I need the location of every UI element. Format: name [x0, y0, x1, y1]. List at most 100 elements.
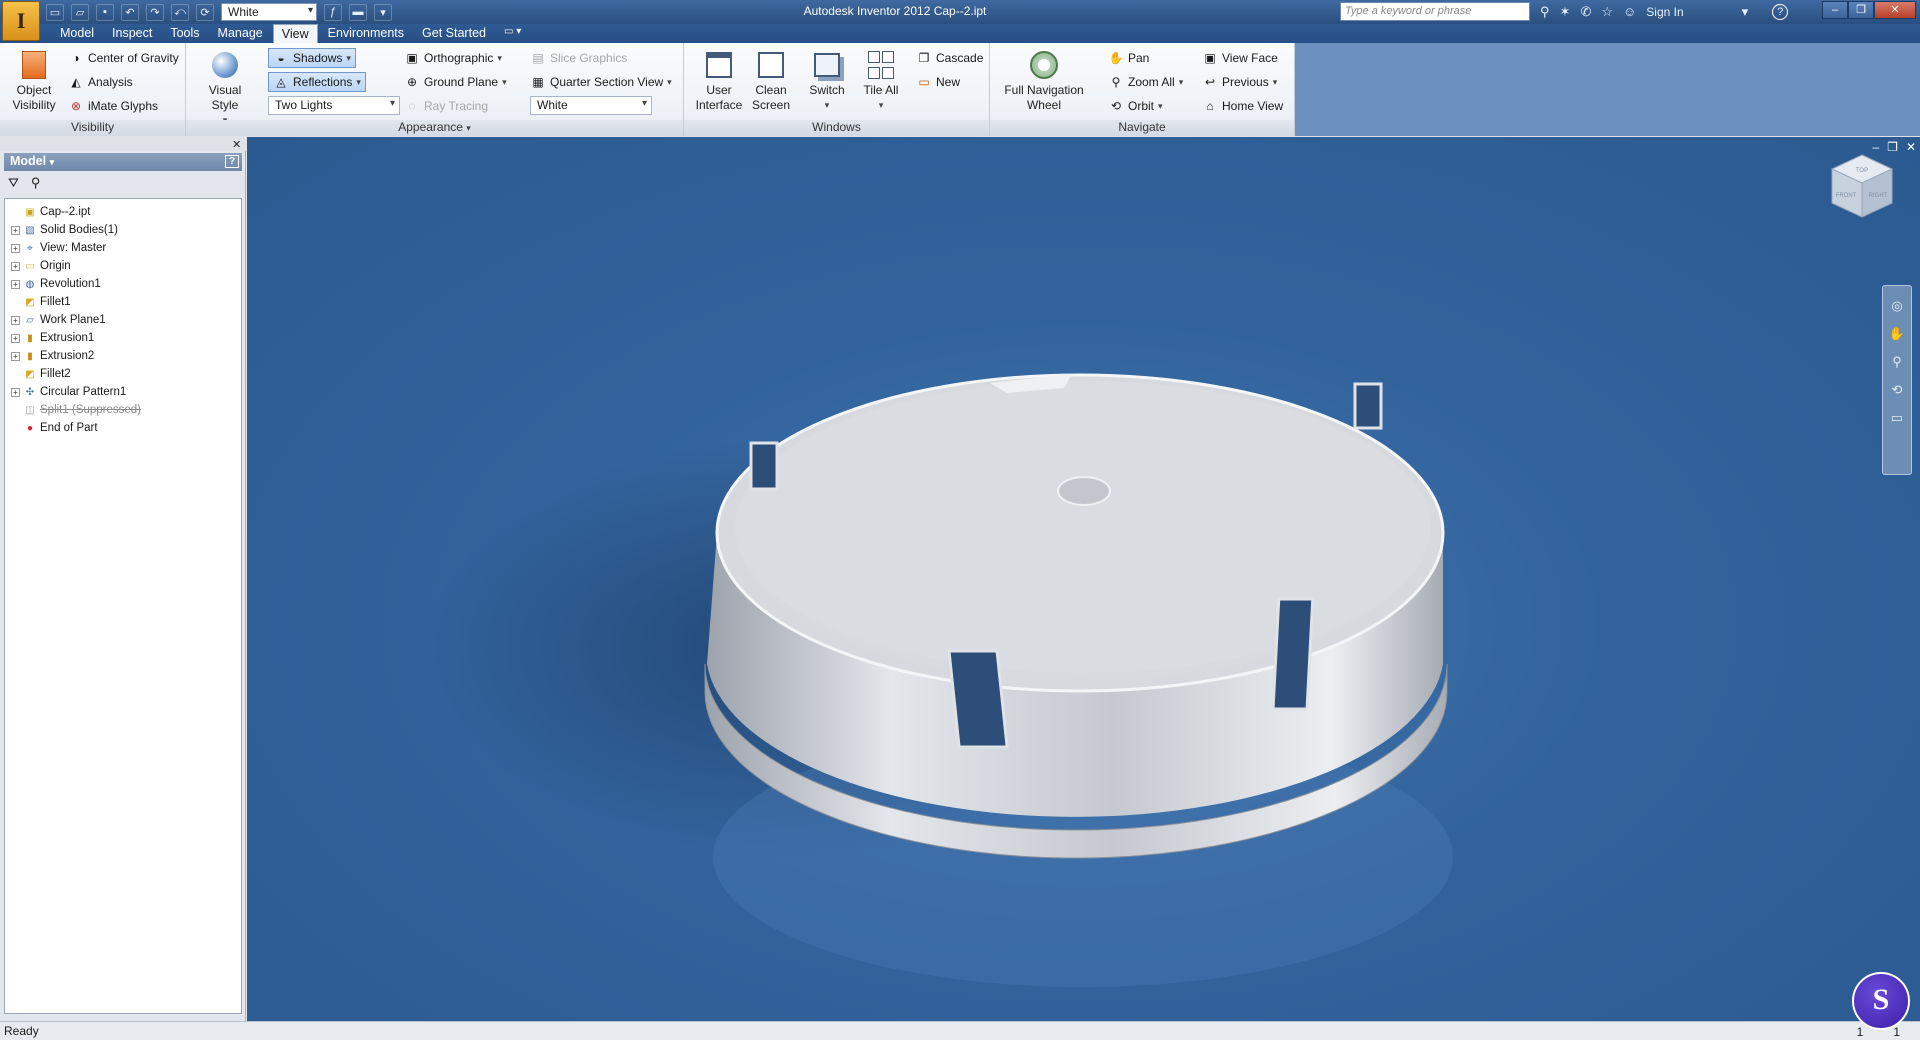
overlay-app-widget[interactable]: S [1852, 972, 1910, 1030]
favorites-icon[interactable]: ☆ [1601, 4, 1613, 20]
graphics-viewport[interactable]: – ❐ ✕ TOP FRONT RIGHT ◎ ✋ ⚲ ⟲ ▭ [247, 137, 1920, 1021]
visual-style-button[interactable]: Visual Style ▾ [194, 47, 256, 128]
filter-icon[interactable]: ⛛ [8, 175, 19, 193]
previous-dropdown-icon[interactable]: ▾ [1273, 77, 1278, 88]
previous-view-button[interactable]: ↩ Previous ▾ [1202, 72, 1277, 92]
application-menu-button[interactable]: I [2, 1, 40, 41]
tree-node[interactable]: ▣ Cap--2.ipt [5, 203, 241, 221]
communication-icon[interactable]: ✆ [1580, 4, 1591, 20]
ribbon-options-icon[interactable]: ▭ ▾ [496, 24, 529, 43]
sign-in-link[interactable]: Sign In [1646, 5, 1683, 19]
pan-hand-icon: ✋ [1108, 51, 1124, 65]
tree-node[interactable]: + ▭ Origin [5, 257, 241, 275]
pan-button[interactable]: ✋ Pan [1108, 48, 1150, 68]
tree-node[interactable]: + ▮ Extrusion1 [5, 329, 241, 347]
user-interface-button[interactable]: User Interface [694, 47, 744, 113]
navbar-orbit-icon[interactable]: ⟲ [1883, 382, 1911, 398]
browser-header[interactable]: Model ▾ ? [4, 153, 242, 171]
close-icon[interactable]: ✕ [1874, 1, 1916, 19]
tree-node[interactable]: + ◍ Revolution1 [5, 275, 241, 293]
switch-dropdown-icon[interactable]: ▾ [802, 98, 852, 113]
shadows-button[interactable]: ◒ Shadows ▾ [268, 48, 356, 68]
lighting-style-combo[interactable]: Two Lights [268, 96, 400, 115]
tab-manage[interactable]: Manage [210, 24, 271, 43]
quarter-section-view-button[interactable]: ▦ Quarter Section View ▾ [530, 72, 672, 92]
object-visibility-button[interactable]: Object Visibility [6, 47, 62, 113]
slice-graphics-button[interactable]: ▤ Slice Graphics [530, 48, 627, 68]
reflections-button[interactable]: ◬ Reflections ▾ [268, 72, 366, 92]
expand-icon[interactable]: + [11, 333, 20, 343]
expand-icon[interactable]: + [11, 243, 20, 253]
expand-icon[interactable]: + [11, 351, 20, 361]
subscription-icon[interactable]: ✶ [1560, 4, 1571, 20]
navbar-zoom-icon[interactable]: ⚲ [1883, 354, 1911, 370]
new-window-button[interactable]: ▭ New [916, 72, 960, 92]
tree-node[interactable]: + ✣ Circular Pattern1 [5, 383, 241, 401]
switch-button[interactable]: Switch ▾ [802, 47, 852, 113]
reflections-icon: ◬ [276, 75, 286, 89]
navbar-pan-icon[interactable]: ✋ [1883, 326, 1911, 342]
tile-all-dropdown-icon[interactable]: ▾ [856, 98, 906, 113]
search-input[interactable]: Type a keyword or phrase [1340, 2, 1530, 21]
navbar-look-at-icon[interactable]: ▭ [1883, 410, 1911, 426]
clean-screen-button[interactable]: Clean Screen [746, 47, 796, 113]
restore-icon[interactable]: ❐ [1848, 1, 1874, 19]
imate-glyphs-button[interactable]: ⊗ iMate Glyphs [68, 96, 158, 116]
tile-all-button[interactable]: Tile All ▾ [856, 47, 906, 113]
expand-icon[interactable]: + [11, 225, 20, 235]
orbit-button[interactable]: ⟲ Orbit ▾ [1108, 96, 1163, 116]
binoculars-icon[interactable]: ⚲ [1540, 4, 1550, 20]
expand-icon[interactable]: + [11, 315, 20, 325]
quarter-section-dropdown-icon[interactable]: ▾ [667, 77, 672, 88]
center-of-gravity-button[interactable]: ◑ Center of Gravity [68, 48, 178, 68]
tree-node-label: Origin [40, 260, 71, 272]
appearance-panel-title[interactable]: Appearance ▾ [186, 120, 683, 136]
view-face-button[interactable]: ▣ View Face [1202, 48, 1277, 68]
appearance-color-combo[interactable]: White [530, 96, 652, 115]
expand-icon[interactable]: + [11, 261, 20, 271]
tab-inspect[interactable]: Inspect [104, 24, 160, 43]
orthographic-button[interactable]: ▣ Orthographic ▾ [404, 48, 502, 68]
end-of-part-icon: ● [26, 422, 34, 434]
sign-in-dropdown-icon[interactable]: ▾ [1742, 4, 1749, 20]
orthographic-dropdown-icon[interactable]: ▾ [497, 53, 502, 64]
shadows-dropdown-icon[interactable]: ▾ [346, 53, 351, 64]
reflections-dropdown-icon[interactable]: ▾ [356, 77, 361, 88]
zoom-all-button[interactable]: ⚲ Zoom All ▾ [1108, 72, 1184, 92]
home-view-button[interactable]: ⌂ Home View [1202, 96, 1283, 116]
tree-node[interactable]: ◩ Fillet1 [5, 293, 241, 311]
ground-plane-button[interactable]: ⊕ Ground Plane ▾ [404, 72, 507, 92]
tab-get-started[interactable]: Get Started [414, 24, 494, 43]
browser-close-icon[interactable]: ✕ [232, 138, 241, 151]
view-cube[interactable]: TOP FRONT RIGHT [1822, 147, 1902, 227]
find-binoculars-icon[interactable]: ⚲ [31, 175, 41, 193]
tree-node[interactable]: + ▮ Extrusion2 [5, 347, 241, 365]
ray-tracing-button[interactable]: ◌ Ray Tracing [404, 96, 488, 116]
expand-icon[interactable]: + [11, 387, 20, 397]
orthographic-icon: ▣ [406, 51, 418, 65]
tree-node[interactable]: + ▱ Work Plane1 [5, 311, 241, 329]
tab-model[interactable]: Model [52, 24, 102, 43]
orbit-dropdown-icon[interactable]: ▾ [1158, 101, 1163, 112]
tree-node[interactable]: + ▧ Solid Bodies(1) [5, 221, 241, 239]
tab-environments[interactable]: Environments [320, 24, 412, 43]
tab-tools[interactable]: Tools [162, 24, 207, 43]
center-of-gravity-icon: ◑ [72, 51, 80, 65]
browser-help-icon[interactable]: ? [225, 155, 239, 168]
analysis-button[interactable]: ◭ Analysis [68, 72, 132, 92]
tree-node[interactable]: ◩ Fillet2 [5, 365, 241, 383]
navbar-steering-wheel-icon[interactable]: ◎ [1883, 298, 1911, 314]
ground-plane-dropdown-icon[interactable]: ▾ [502, 77, 507, 88]
tab-view[interactable]: View [272, 24, 318, 43]
windows-panel-title: Windows [684, 120, 989, 136]
tree-node[interactable]: ● End of Part [5, 419, 241, 437]
minimize-icon[interactable]: – [1822, 1, 1848, 19]
workplane-icon: ▱ [26, 314, 34, 326]
zoom-dropdown-icon[interactable]: ▾ [1179, 77, 1184, 88]
tree-node[interactable]: ◫ Split1 (Suppressed) [5, 401, 241, 419]
help-icon[interactable]: ? [1772, 3, 1789, 20]
tree-node[interactable]: + ⌖ View: Master [5, 239, 241, 257]
full-navigation-wheel-button[interactable]: Full Navigation Wheel [996, 47, 1092, 113]
cascade-button[interactable]: ❐ Cascade [916, 48, 984, 68]
expand-icon[interactable]: + [11, 279, 20, 289]
